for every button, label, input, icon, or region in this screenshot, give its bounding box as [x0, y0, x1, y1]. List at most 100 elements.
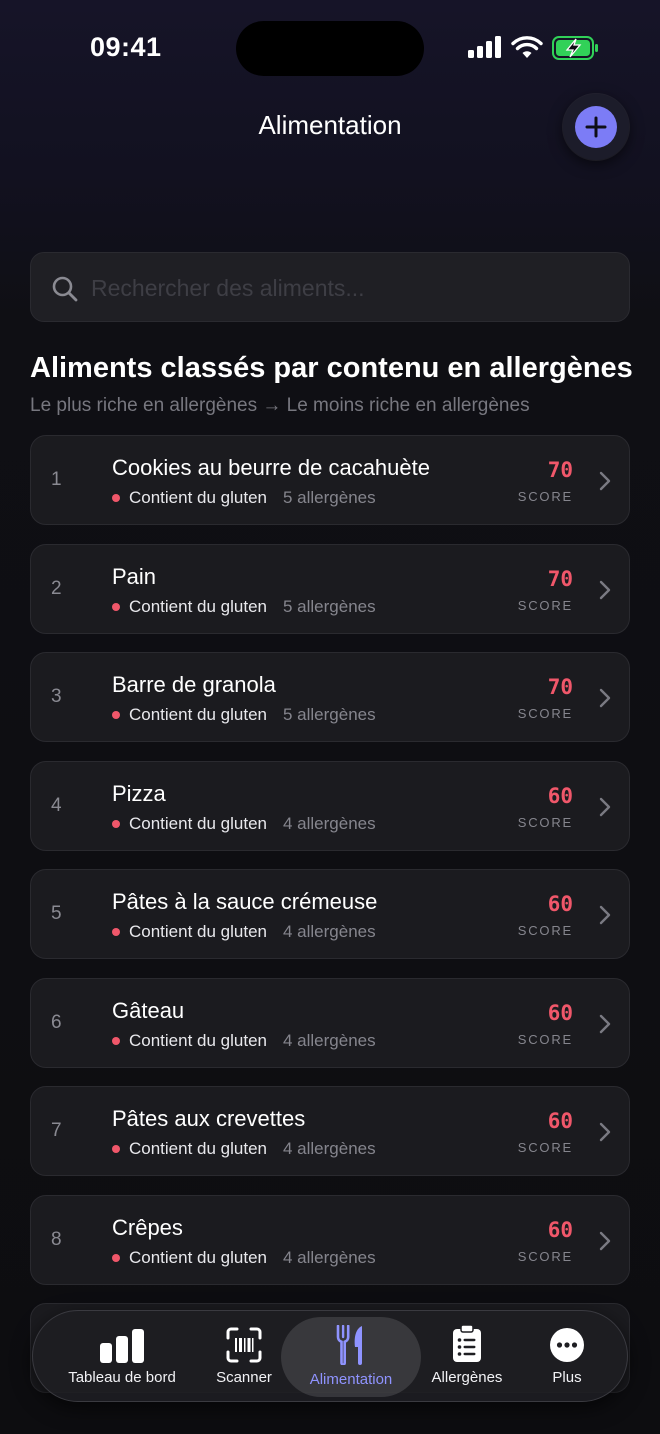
section-subtitle: Le plus riche en allergènes → Le moins r… [30, 395, 530, 416]
gluten-tag: Contient du gluten [129, 1139, 267, 1158]
tab-label: Allergènes [431, 1369, 503, 1386]
food-meta: Contient du gluten 4 allergènes [112, 1031, 376, 1051]
gluten-dot-icon [112, 603, 120, 611]
page-title: Alimentation [258, 110, 402, 140]
food-rank: 7 [51, 1120, 62, 1141]
tab-allergens[interactable]: Allergènes [419, 1311, 515, 1403]
food-meta: Contient du gluten 4 allergènes [112, 922, 376, 942]
gluten-dot-icon [112, 1145, 120, 1153]
score-value: 60 [547, 1001, 573, 1025]
search-input[interactable] [91, 267, 611, 309]
allergen-count: 4 allergènes [283, 922, 376, 941]
score-value: 70 [547, 567, 573, 591]
tab-label: Plus [552, 1369, 582, 1386]
food-rank: 2 [51, 578, 62, 599]
gluten-tag: Contient du gluten [129, 1248, 267, 1267]
food-rank: 3 [51, 686, 62, 707]
food-name: Pizza [112, 781, 166, 806]
battery-charging-icon [552, 36, 598, 60]
score-label: SCORE [517, 815, 573, 830]
gluten-tag: Contient du gluten [129, 705, 267, 724]
chevron-right-icon [599, 471, 611, 491]
food-meta: Contient du gluten 5 allergènes [112, 705, 376, 725]
status-time: 09:41 [90, 32, 162, 62]
tab-label: Tableau de bord [68, 1369, 176, 1386]
score-label: SCORE [517, 1032, 573, 1047]
food-card[interactable]: 1 Cookies au beurre de cacahuète Contien… [30, 435, 630, 525]
chevron-right-icon [599, 1231, 611, 1251]
food-rank: 5 [51, 903, 62, 924]
food-meta: Contient du gluten 4 allergènes [112, 1248, 376, 1268]
chevron-right-icon [599, 905, 611, 925]
food-card[interactable]: 7 Pâtes aux crevettes Contient du gluten… [30, 1086, 630, 1176]
allergen-count: 4 allergènes [283, 814, 376, 833]
food-card[interactable]: 3 Barre de granola Contient du gluten 5 … [30, 652, 630, 742]
allergen-count: 4 allergènes [283, 1031, 376, 1050]
food-rank: 8 [51, 1229, 62, 1250]
gluten-dot-icon [112, 494, 120, 502]
tab-label: Scanner [216, 1369, 272, 1386]
food-meta: Contient du gluten 5 allergènes [112, 597, 376, 617]
cellular-signal-icon [468, 36, 501, 58]
gluten-tag: Contient du gluten [129, 1031, 267, 1050]
food-card[interactable]: 6 Gâteau Contient du gluten 4 allergènes… [30, 978, 630, 1068]
fork-knife-icon [336, 1325, 362, 1365]
tab-more[interactable]: Plus [533, 1311, 601, 1403]
dynamic-island [236, 21, 424, 76]
gluten-tag: Contient du gluten [129, 922, 267, 941]
tab-food[interactable]: Alimentation [281, 1317, 421, 1397]
chevron-right-icon [599, 797, 611, 817]
food-name: Pâtes aux crevettes [112, 1106, 306, 1131]
food-meta: Contient du gluten 4 allergènes [112, 814, 376, 834]
food-meta: Contient du gluten 4 allergènes [112, 1139, 376, 1159]
tab-dashboard[interactable]: Tableau de bord [55, 1311, 189, 1403]
plus-icon [585, 116, 607, 138]
add-food-button[interactable] [563, 94, 629, 160]
tab-label: Alimentation [309, 1371, 393, 1388]
section-title: Aliments classés par contenu en allergèn… [30, 352, 633, 384]
allergen-count: 4 allergènes [283, 1139, 376, 1158]
food-name: Pain [112, 564, 157, 589]
food-meta: Contient du gluten 5 allergènes [112, 488, 376, 508]
tab-scanner[interactable]: Scanner [197, 1311, 291, 1403]
allergen-count: 5 allergènes [283, 705, 376, 724]
food-rank: 6 [51, 1012, 62, 1033]
wifi-icon [511, 36, 543, 58]
gluten-dot-icon [112, 928, 120, 936]
chevron-right-icon [599, 1014, 611, 1034]
gluten-tag: Contient du gluten [129, 597, 267, 616]
more-icon [550, 1328, 584, 1362]
allergen-count: 5 allergènes [283, 597, 376, 616]
gluten-tag: Contient du gluten [129, 488, 267, 507]
food-name: Gâteau [112, 998, 185, 1023]
food-name: Crêpes [112, 1215, 183, 1240]
score-label: SCORE [517, 1140, 573, 1155]
clipboard-list-icon [453, 1325, 481, 1362]
score-value: 60 [547, 1109, 573, 1133]
gluten-dot-icon [112, 1254, 120, 1262]
score-value: 70 [547, 458, 573, 482]
chevron-right-icon [599, 688, 611, 708]
food-name: Barre de granola [112, 672, 276, 697]
score-value: 60 [547, 1218, 573, 1242]
search-bar[interactable] [30, 252, 630, 322]
food-name: Pâtes à la sauce crémeuse [112, 889, 378, 914]
barcode-scan-icon [226, 1327, 262, 1363]
food-rank: 4 [51, 795, 62, 816]
gluten-dot-icon [112, 711, 120, 719]
food-card[interactable]: 5 Pâtes à la sauce crémeuse Contient du … [30, 869, 630, 959]
allergen-count: 5 allergènes [283, 488, 376, 507]
food-rank: 1 [51, 469, 62, 490]
search-icon [52, 276, 78, 302]
food-card[interactable]: 8 Crêpes Contient du gluten 4 allergènes… [30, 1195, 630, 1285]
score-label: SCORE [517, 598, 573, 613]
gluten-dot-icon [112, 820, 120, 828]
score-label: SCORE [517, 1249, 573, 1264]
food-card[interactable]: 2 Pain Contient du gluten 5 allergènes 7… [30, 544, 630, 634]
score-value: 70 [547, 675, 573, 699]
food-name: Cookies au beurre de cacahuète [112, 455, 430, 480]
gluten-tag: Contient du gluten [129, 814, 267, 833]
score-label: SCORE [517, 923, 573, 938]
bar-chart-icon [100, 1329, 144, 1363]
food-card[interactable]: 4 Pizza Contient du gluten 4 allergènes … [30, 761, 630, 851]
